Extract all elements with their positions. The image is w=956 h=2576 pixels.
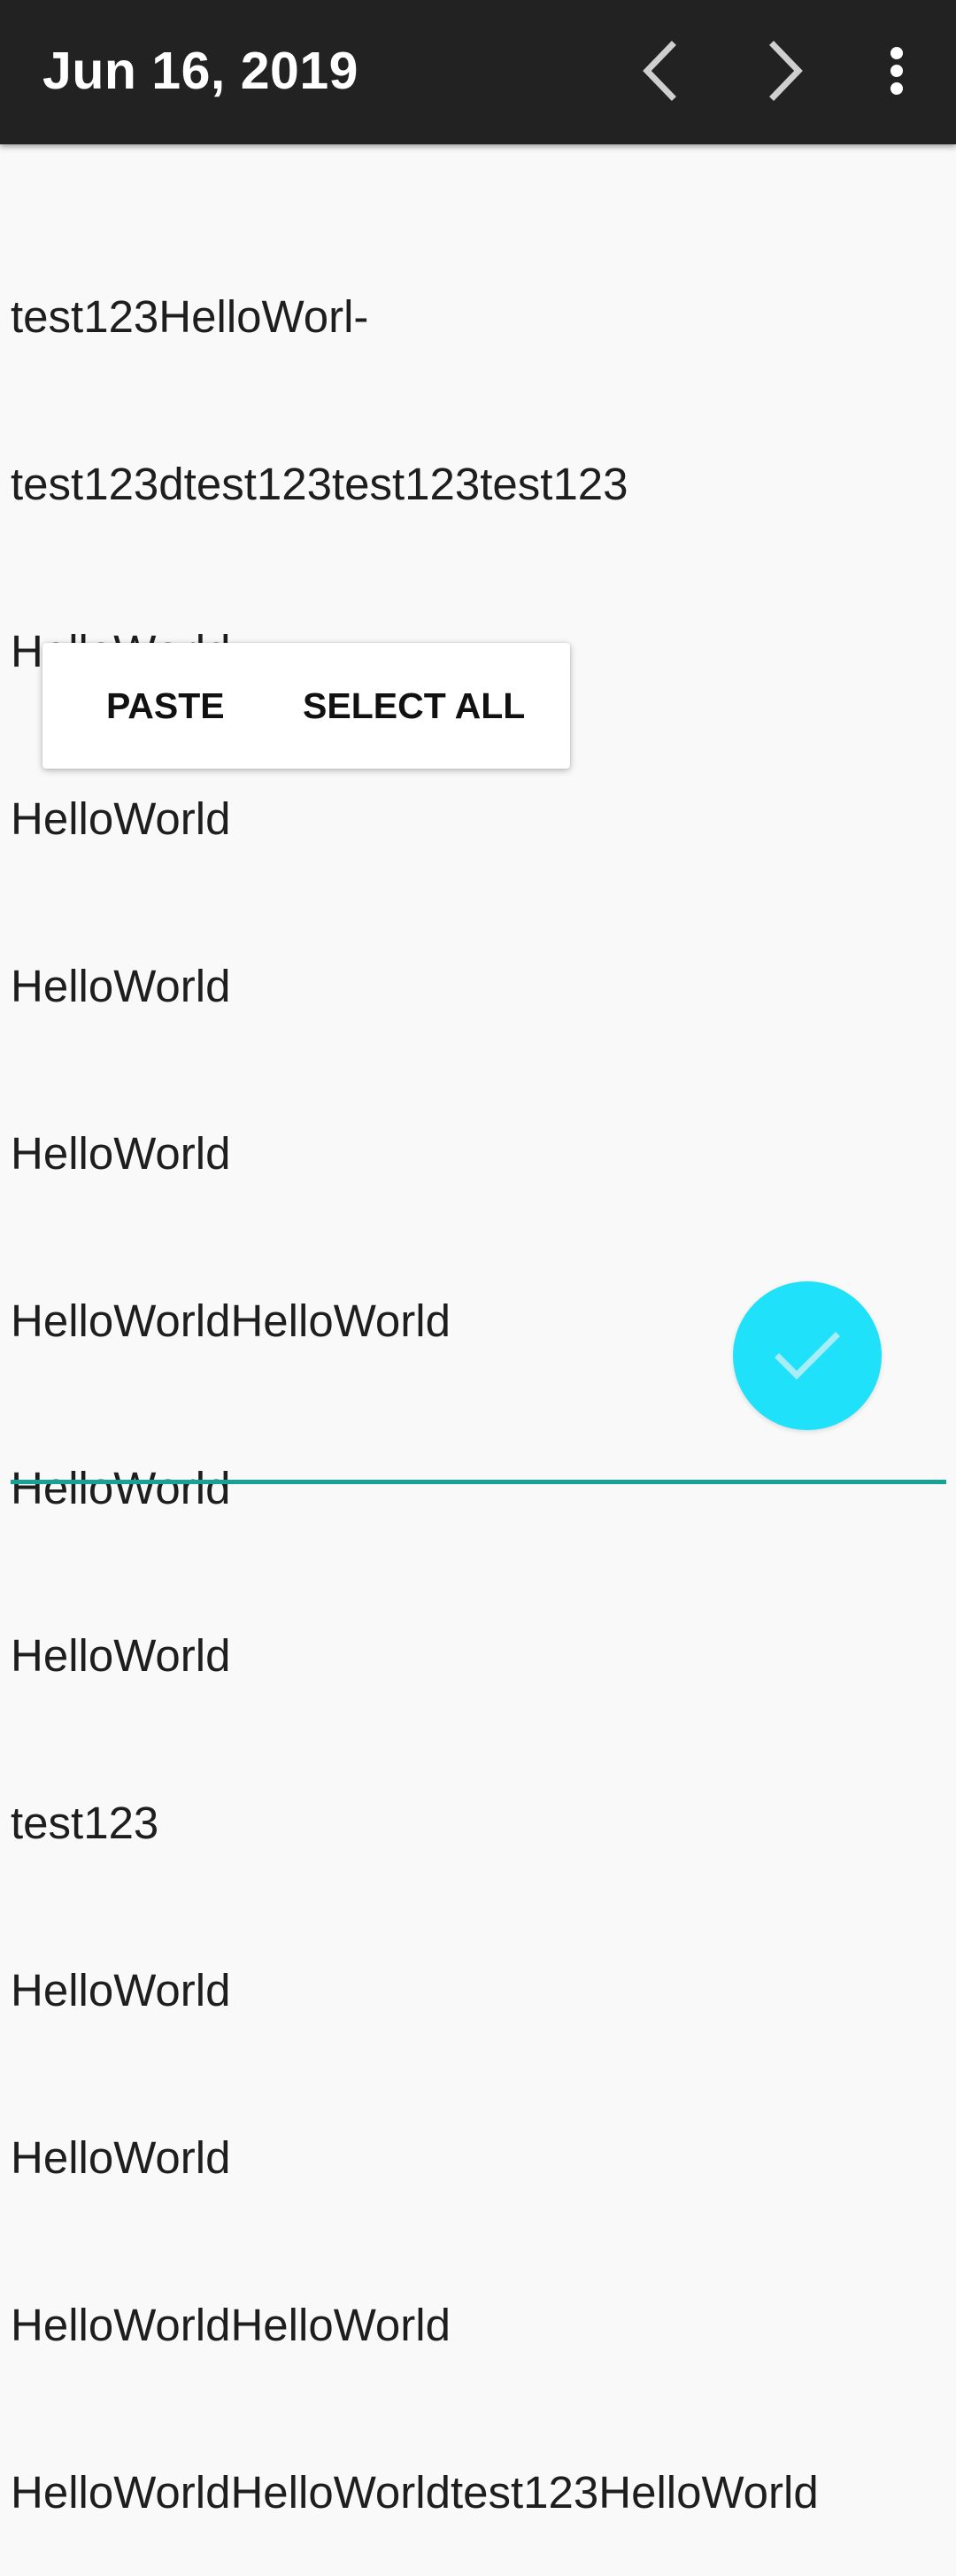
- text-line: test123dtest123test123test123: [11, 459, 628, 509]
- date-title: Jun 16, 2019: [42, 42, 358, 100]
- chevron-right-icon: [769, 41, 803, 101]
- text-line: HelloWorldHelloWorldtest123HelloWorld: [11, 2467, 819, 2518]
- check-icon: [775, 1332, 840, 1380]
- save-fab-button[interactable]: [733, 1281, 882, 1430]
- text-line: HelloWorld: [11, 961, 231, 1011]
- app-bar: Jun 16, 2019: [0, 0, 956, 144]
- overflow-menu-button[interactable]: [857, 31, 937, 111]
- text-line: test123HelloWorl-: [11, 291, 369, 342]
- text-line: HelloWorld: [11, 1965, 231, 2015]
- text-line: HelloWorld: [11, 1630, 231, 1681]
- paste-menu-item[interactable]: PASTE: [106, 686, 225, 725]
- next-day-button[interactable]: [746, 31, 826, 111]
- text-line: HelloWorld: [11, 1463, 231, 1513]
- text-selection-popup: PASTE SELECT ALL: [42, 643, 570, 769]
- text-line: HelloWorldHelloWorld: [11, 2300, 451, 2350]
- text-line: test123: [11, 1798, 159, 1848]
- editor-underline: [11, 1480, 946, 1484]
- select-all-menu-item[interactable]: SELECT ALL: [303, 686, 525, 725]
- chevron-left-icon: [643, 41, 676, 101]
- text-line: HelloWorld: [11, 1128, 231, 1179]
- text-line: HelloWorld: [11, 2132, 231, 2183]
- previous-day-button[interactable]: [620, 31, 699, 111]
- text-line: HelloWorld: [11, 793, 231, 844]
- more-vert-icon: [890, 47, 903, 95]
